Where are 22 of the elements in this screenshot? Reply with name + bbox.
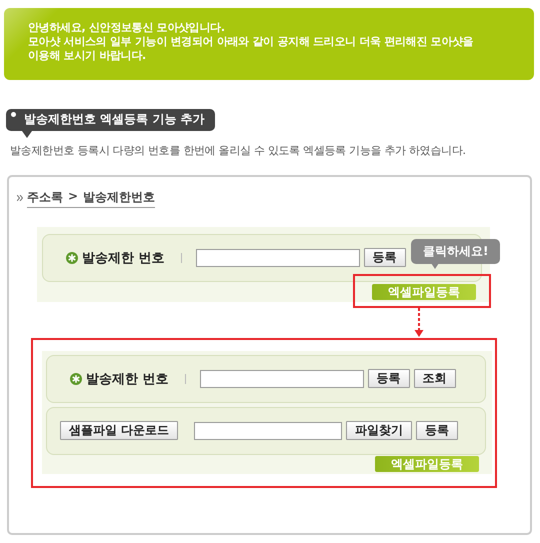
star-icon [70, 372, 82, 384]
action-button[interactable]: 조회 [414, 369, 456, 388]
number-input[interactable] [196, 248, 360, 266]
pointer-tail [431, 262, 439, 268]
star-icon [66, 252, 78, 264]
notice-text: 안녕하세요, 신안정보통신 모아샷입니다. [28, 21, 226, 35]
number-input[interactable] [200, 370, 364, 388]
notice-text: 이용해 보시기 바랍니다. [28, 49, 147, 63]
notice-text: 모아샷 서비스의 일부 기능이 변경되어 아래와 같이 공지해 드리오니 더욱 편리해진 모아샷을 [28, 35, 474, 49]
action-button[interactable]: 등록 [368, 369, 410, 388]
pointer-tail [22, 130, 32, 138]
field-label: 발송제한 번호 [82, 250, 165, 266]
file-input[interactable] [194, 422, 342, 440]
action-button[interactable]: 파일찾기 [346, 421, 412, 440]
action-button[interactable]: 등록 [416, 421, 458, 440]
register-button[interactable]: 등록 [364, 248, 406, 267]
breadcrumb: 주소록 > 발송제한번호 [27, 188, 156, 208]
tooltip: 클릭하세요! [411, 238, 500, 264]
field-label: 발송제한 번호 [86, 370, 169, 388]
double-chevron-icon [17, 195, 23, 201]
description: 발송제한번호 등록시 다량의 번호를 한번에 올리실 수 있도록 엑셀등록 기능을 추가 하였습니다. [10, 142, 467, 158]
sample-download-button[interactable]: 샘플파일 다운로드 [60, 421, 178, 440]
